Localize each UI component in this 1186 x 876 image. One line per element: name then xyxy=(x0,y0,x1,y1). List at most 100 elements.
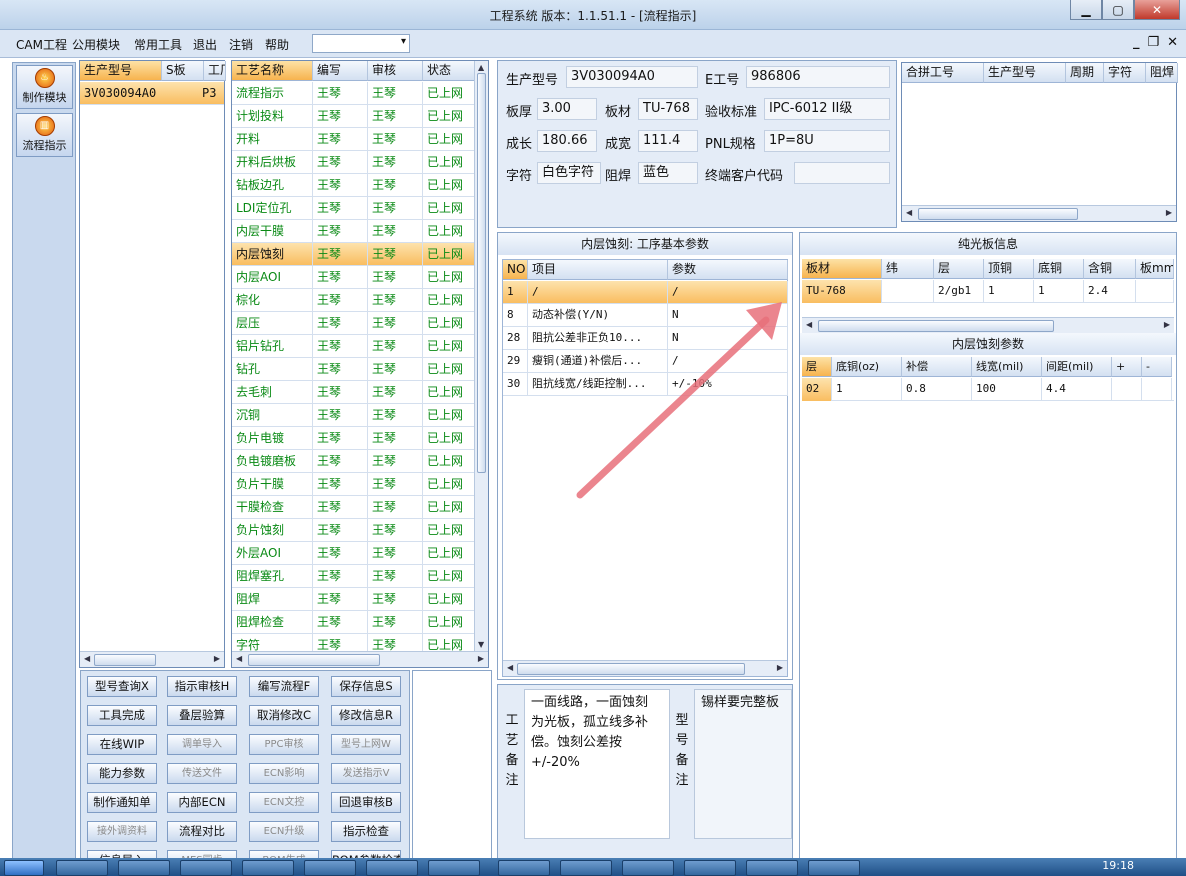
customer-field[interactable] xyxy=(794,162,890,184)
length-field[interactable]: 180.66 xyxy=(537,130,597,152)
taskbar-app[interactable] xyxy=(304,860,356,876)
table-row[interactable]: 内层干膜 王琴 王琴 已上网 xyxy=(232,220,475,243)
table-row[interactable]: 棕化 王琴 王琴 已上网 xyxy=(232,289,475,312)
taskbar-app[interactable] xyxy=(242,860,294,876)
action-button[interactable]: 编写流程F xyxy=(249,676,319,697)
start-button[interactable] xyxy=(4,860,44,876)
col-header[interactable]: 参数 xyxy=(668,260,788,280)
action-button[interactable]: 叠层验算 xyxy=(167,705,237,726)
process-remark-memo[interactable]: 一面线路，一面蚀刻为光板，孤立线多补偿。蚀刻公差按+/-20% xyxy=(524,689,670,839)
taskbar-app[interactable] xyxy=(180,860,232,876)
mdi-close-icon[interactable]: ✕ xyxy=(1167,35,1178,50)
table-row[interactable]: 02 1 0.8 100 4.4 xyxy=(802,378,1174,401)
col-header[interactable]: 项目 xyxy=(528,260,668,280)
table-row[interactable]: 沉铜 王琴 王琴 已上网 xyxy=(232,404,475,427)
table-row[interactable]: LDI定位孔 王琴 王琴 已上网 xyxy=(232,197,475,220)
minimize-button[interactable]: ▁ xyxy=(1070,0,1102,20)
table-row[interactable]: 阻焊 王琴 王琴 已上网 xyxy=(232,588,475,611)
table-row[interactable]: 负片电镀 王琴 王琴 已上网 xyxy=(232,427,475,450)
menu-public-module[interactable]: 公用模块 xyxy=(72,36,120,53)
pnl-field[interactable]: 1P=8U xyxy=(764,130,890,152)
action-button[interactable]: 能力参数 xyxy=(87,763,157,784)
col-header[interactable]: 工厂 xyxy=(204,61,226,81)
col-header[interactable]: - xyxy=(1142,357,1172,377)
taskbar-app[interactable] xyxy=(366,860,418,876)
col-header[interactable]: 字符 xyxy=(1104,63,1146,83)
action-button[interactable]: 在线WIP xyxy=(87,734,157,755)
table-row[interactable]: 干膜检查 王琴 王琴 已上网 xyxy=(232,496,475,519)
standard-field[interactable]: IPC-6012 II级 xyxy=(764,98,890,120)
table-row[interactable]: 负片蚀刻 王琴 王琴 已上网 xyxy=(232,519,475,542)
col-header[interactable]: 工艺名称 xyxy=(232,61,313,81)
model-remark-memo[interactable]: 锡样要完整板 xyxy=(694,689,792,839)
material-field[interactable]: TU-768 xyxy=(638,98,698,120)
menu-help[interactable]: 帮助 xyxy=(265,36,289,53)
table-row[interactable]: 开料 王琴 王琴 已上网 xyxy=(232,128,475,151)
table-row[interactable]: 外层AOI 王琴 王琴 已上网 xyxy=(232,542,475,565)
eng-field[interactable]: 986806 xyxy=(746,66,890,88)
table-row[interactable]: 钻孔 王琴 王琴 已上网 xyxy=(232,358,475,381)
action-button[interactable]: 制作通知单 xyxy=(87,792,157,813)
col-header[interactable]: S板 xyxy=(162,61,204,81)
col-header[interactable]: 状态 xyxy=(423,61,475,81)
action-button[interactable]: 修改信息R xyxy=(331,705,401,726)
col-header[interactable]: 间距(mil) xyxy=(1042,357,1112,377)
col-header[interactable]: 层 xyxy=(934,259,984,279)
dock-make-module[interactable]: ♨ 制作模块 xyxy=(16,65,73,109)
taskbar-app[interactable] xyxy=(498,860,550,876)
table-row[interactable]: 负片干膜 王琴 王琴 已上网 xyxy=(232,473,475,496)
mdi-restore-icon[interactable]: ❐ xyxy=(1147,35,1159,50)
action-button[interactable]: 指示检查 xyxy=(331,821,401,842)
taskbar-app[interactable] xyxy=(560,860,612,876)
table-row[interactable]: 铝片钻孔 王琴 王琴 已上网 xyxy=(232,335,475,358)
col-header[interactable]: 编写 xyxy=(313,61,368,81)
col-header[interactable]: 层 xyxy=(802,357,832,377)
action-button[interactable]: 取消修改C xyxy=(249,705,319,726)
horizontal-scrollbar[interactable]: ◀ ▶ xyxy=(232,651,488,667)
menu-logout[interactable]: 注销 xyxy=(229,36,253,53)
table-row[interactable]: 流程指示 王琴 王琴 已上网 xyxy=(232,82,475,105)
table-row[interactable]: 开料后烘板 王琴 王琴 已上网 xyxy=(232,151,475,174)
horizontal-scrollbar[interactable]: ◀ ▶ xyxy=(802,317,1174,333)
col-header[interactable]: 板mm xyxy=(1136,259,1174,279)
vertical-scrollbar[interactable]: ▲ ▼ xyxy=(474,61,488,651)
taskbar-app[interactable] xyxy=(118,860,170,876)
char-field[interactable]: 白色字符 xyxy=(537,162,601,184)
col-header[interactable]: 顶铜 xyxy=(984,259,1034,279)
taskbar-app[interactable] xyxy=(428,860,480,876)
taskbar-app[interactable] xyxy=(684,860,736,876)
col-header[interactable]: 阻焊 xyxy=(1146,63,1178,83)
thickness-field[interactable]: 3.00 xyxy=(537,98,597,120)
table-row[interactable]: 内层AOI 王琴 王琴 已上网 xyxy=(232,266,475,289)
table-row[interactable]: TU-768 2/gb1 1 1 2.4 xyxy=(802,280,1174,303)
action-button[interactable]: 回退审核B xyxy=(331,792,401,813)
col-header[interactable]: 生产型号 xyxy=(984,63,1066,83)
table-row[interactable]: 钻板边孔 王琴 王琴 已上网 xyxy=(232,174,475,197)
col-header[interactable]: 线宽(mil) xyxy=(972,357,1042,377)
col-header[interactable]: 生产型号 xyxy=(80,61,162,81)
taskbar-app[interactable] xyxy=(808,860,860,876)
mask-field[interactable]: 蓝色 xyxy=(638,162,698,184)
table-row[interactable]: 3V030094A0 P3 xyxy=(80,82,224,105)
taskbar-app[interactable] xyxy=(56,860,108,876)
maximize-button[interactable]: ▢ xyxy=(1102,0,1134,20)
action-button[interactable]: 指示审核H xyxy=(167,676,237,697)
menu-tools[interactable]: 常用工具 xyxy=(134,36,182,53)
close-button[interactable]: ✕ xyxy=(1134,0,1180,20)
horizontal-scrollbar[interactable]: ◀ ▶ xyxy=(503,660,787,676)
taskbar-app[interactable] xyxy=(622,860,674,876)
col-header[interactable]: + xyxy=(1112,357,1142,377)
menu-exit[interactable]: 退出 xyxy=(193,36,217,53)
action-button[interactable]: 内部ECN xyxy=(167,792,237,813)
col-header[interactable]: 底铜(oz) xyxy=(832,357,902,377)
horizontal-scrollbar[interactable]: ◀ ▶ xyxy=(902,205,1176,221)
action-button[interactable]: 流程对比 xyxy=(167,821,237,842)
table-row[interactable]: 去毛刺 王琴 王琴 已上网 xyxy=(232,381,475,404)
action-button[interactable]: 保存信息S xyxy=(331,676,401,697)
col-header[interactable]: 合拼工号 xyxy=(902,63,984,83)
taskbar-app[interactable] xyxy=(746,860,798,876)
col-header[interactable]: 补偿 xyxy=(902,357,972,377)
table-row[interactable]: 阻焊检查 王琴 王琴 已上网 xyxy=(232,611,475,634)
col-header[interactable]: 板材 xyxy=(802,259,882,279)
menu-cam[interactable]: CAM工程 xyxy=(16,36,67,53)
